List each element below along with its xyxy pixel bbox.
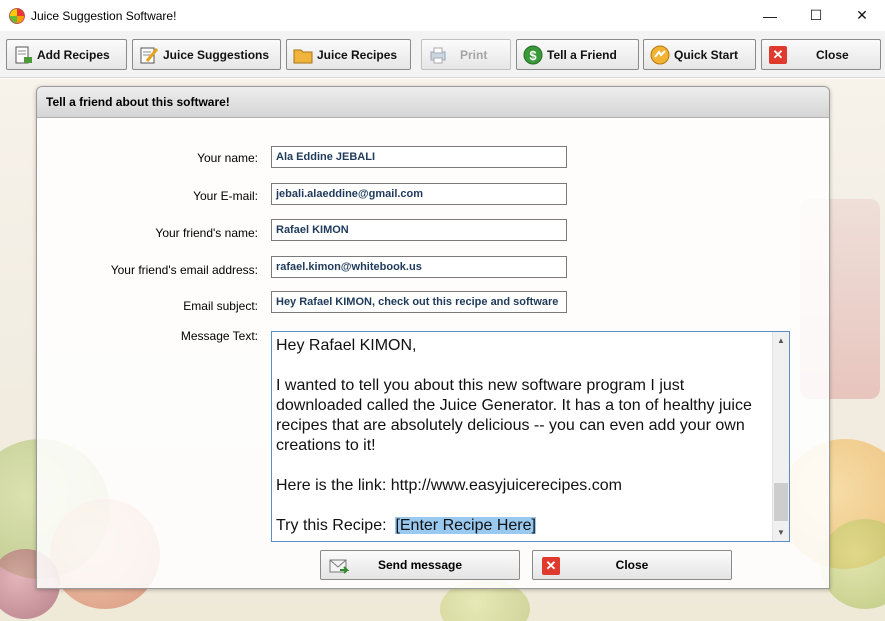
add-recipes-button[interactable]: Add Recipes xyxy=(6,39,127,70)
juice-recipes-label: Juice Recipes xyxy=(317,47,398,62)
your-name-label: Your name: xyxy=(197,151,258,165)
app-icon xyxy=(9,7,25,24)
dialog-close-label: Close xyxy=(615,558,649,572)
printer-icon xyxy=(428,45,448,65)
message-label: Message Text: xyxy=(180,329,258,343)
toolbar-close-button[interactable]: ✕ Close xyxy=(761,39,881,70)
friend-email-field[interactable]: rafael.kimon@whitebook.us xyxy=(271,256,567,278)
dialog-close-button[interactable]: ✕ Close xyxy=(532,550,732,580)
pencil-note-icon xyxy=(139,45,159,65)
window-title: Juice Suggestion Software! xyxy=(31,8,177,23)
add-recipes-icon xyxy=(13,45,33,65)
message-recipe-line: Try this Recipe: [Enter Recipe Here] xyxy=(276,516,771,536)
minimize-button[interactable]: — xyxy=(747,0,793,31)
juice-suggestions-button[interactable]: Juice Suggestions xyxy=(132,39,281,70)
subject-label: Email subject: xyxy=(183,299,258,313)
svg-text:$: $ xyxy=(529,48,537,63)
message-scrollbar[interactable]: ▲ ▼ xyxy=(772,332,789,541)
friend-name-field[interactable]: Rafael KIMON xyxy=(271,219,567,241)
subject-field[interactable]: Hey Rafael KIMON, check out this recipe … xyxy=(271,291,567,313)
quick-start-button[interactable]: Quick Start xyxy=(643,39,756,70)
scroll-thumb[interactable] xyxy=(774,483,788,521)
your-email-field[interactable]: jebali.alaeddine@gmail.com xyxy=(271,183,567,205)
close-icon: ✕ xyxy=(541,556,561,576)
friend-email-label: Your friend's email address: xyxy=(110,263,258,277)
your-email-label: Your E-mail: xyxy=(193,189,258,203)
message-body: I wanted to tell you about this new soft… xyxy=(276,377,752,454)
title-bar: Juice Suggestion Software! — ☐ ✕ xyxy=(0,0,885,31)
message-content[interactable]: Hey Rafael KIMON, I wanted to tell you a… xyxy=(276,336,771,536)
send-mail-icon xyxy=(329,556,349,576)
close-icon: ✕ xyxy=(768,45,788,65)
friend-name-label: Your friend's name: xyxy=(155,226,258,240)
send-message-button[interactable]: Send message xyxy=(320,550,520,580)
juice-recipes-button[interactable]: Juice Recipes xyxy=(286,39,411,70)
message-link: Here is the link: http://www.easyjuicere… xyxy=(276,477,622,494)
panel-title: Tell a friend about this software! xyxy=(37,87,829,118)
message-greeting: Hey Rafael KIMON, xyxy=(276,337,417,354)
folder-icon xyxy=(293,45,313,65)
print-label: Print xyxy=(460,47,488,62)
dollar-icon: $ xyxy=(523,45,543,65)
message-textarea[interactable]: Hey Rafael KIMON, I wanted to tell you a… xyxy=(271,331,790,542)
add-recipes-label: Add Recipes xyxy=(37,47,110,62)
quick-start-icon xyxy=(650,45,670,65)
scroll-down-icon[interactable]: ▼ xyxy=(773,524,789,541)
recipe-prefix: Try this Recipe: xyxy=(276,517,396,534)
tell-a-friend-button[interactable]: $ Tell a Friend xyxy=(516,39,639,70)
quick-start-label: Quick Start xyxy=(674,47,739,62)
recipe-placeholder-selection[interactable]: [Enter Recipe Here] xyxy=(395,517,536,534)
maximize-button[interactable]: ☐ xyxy=(793,0,839,31)
scroll-up-icon[interactable]: ▲ xyxy=(773,332,789,349)
your-name-field[interactable]: Ala Eddine JEBALI xyxy=(271,146,567,168)
print-button[interactable]: Print xyxy=(421,39,511,70)
toolbar-close-label: Close xyxy=(816,47,849,62)
tell-a-friend-label: Tell a Friend xyxy=(547,47,617,62)
send-message-label: Send message xyxy=(377,558,463,572)
close-window-button[interactable]: ✕ xyxy=(839,0,885,31)
juice-suggestions-label: Juice Suggestions xyxy=(163,47,270,62)
toolbar: Add Recipes Juice Suggestions Juice Reci… xyxy=(0,31,885,78)
